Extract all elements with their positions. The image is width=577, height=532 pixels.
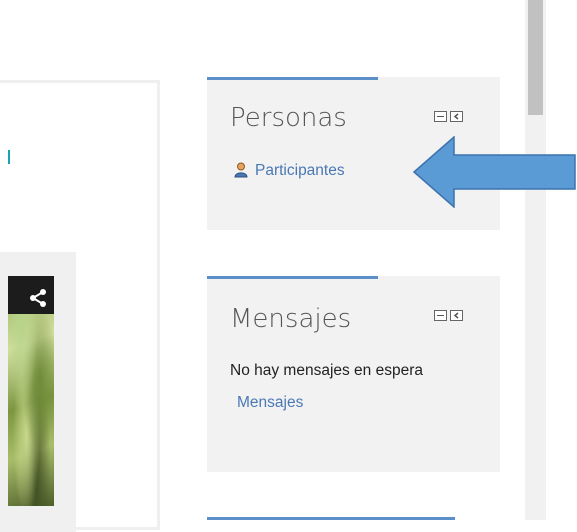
mensajes-block: Mensajes No hay mensajes en espera Mensa…: [207, 276, 500, 472]
participantes-link[interactable]: Participantes: [255, 162, 345, 180]
dock-icon[interactable]: [450, 310, 463, 321]
minimize-icon[interactable]: [434, 310, 447, 321]
user-icon: [234, 162, 248, 178]
block-controls: [434, 111, 463, 122]
dock-icon[interactable]: [450, 111, 463, 122]
share-icon[interactable]: [28, 288, 48, 308]
mensajes-link[interactable]: Mensajes: [237, 394, 303, 412]
block-controls: [434, 310, 463, 321]
block-accent-line: [207, 77, 378, 80]
truncated-link-fragment[interactable]: [8, 150, 10, 164]
scrollbar-track[interactable]: [525, 0, 546, 520]
arrow-annotation: [413, 136, 576, 208]
scrollbar-thumb[interactable]: [528, 0, 543, 115]
minimize-icon[interactable]: [434, 111, 447, 122]
no-messages-text: No hay mensajes en espera: [230, 362, 424, 379]
block-title: Personas: [230, 103, 347, 133]
block-title: Mensajes: [230, 304, 352, 334]
block-accent-line: [207, 276, 378, 279]
